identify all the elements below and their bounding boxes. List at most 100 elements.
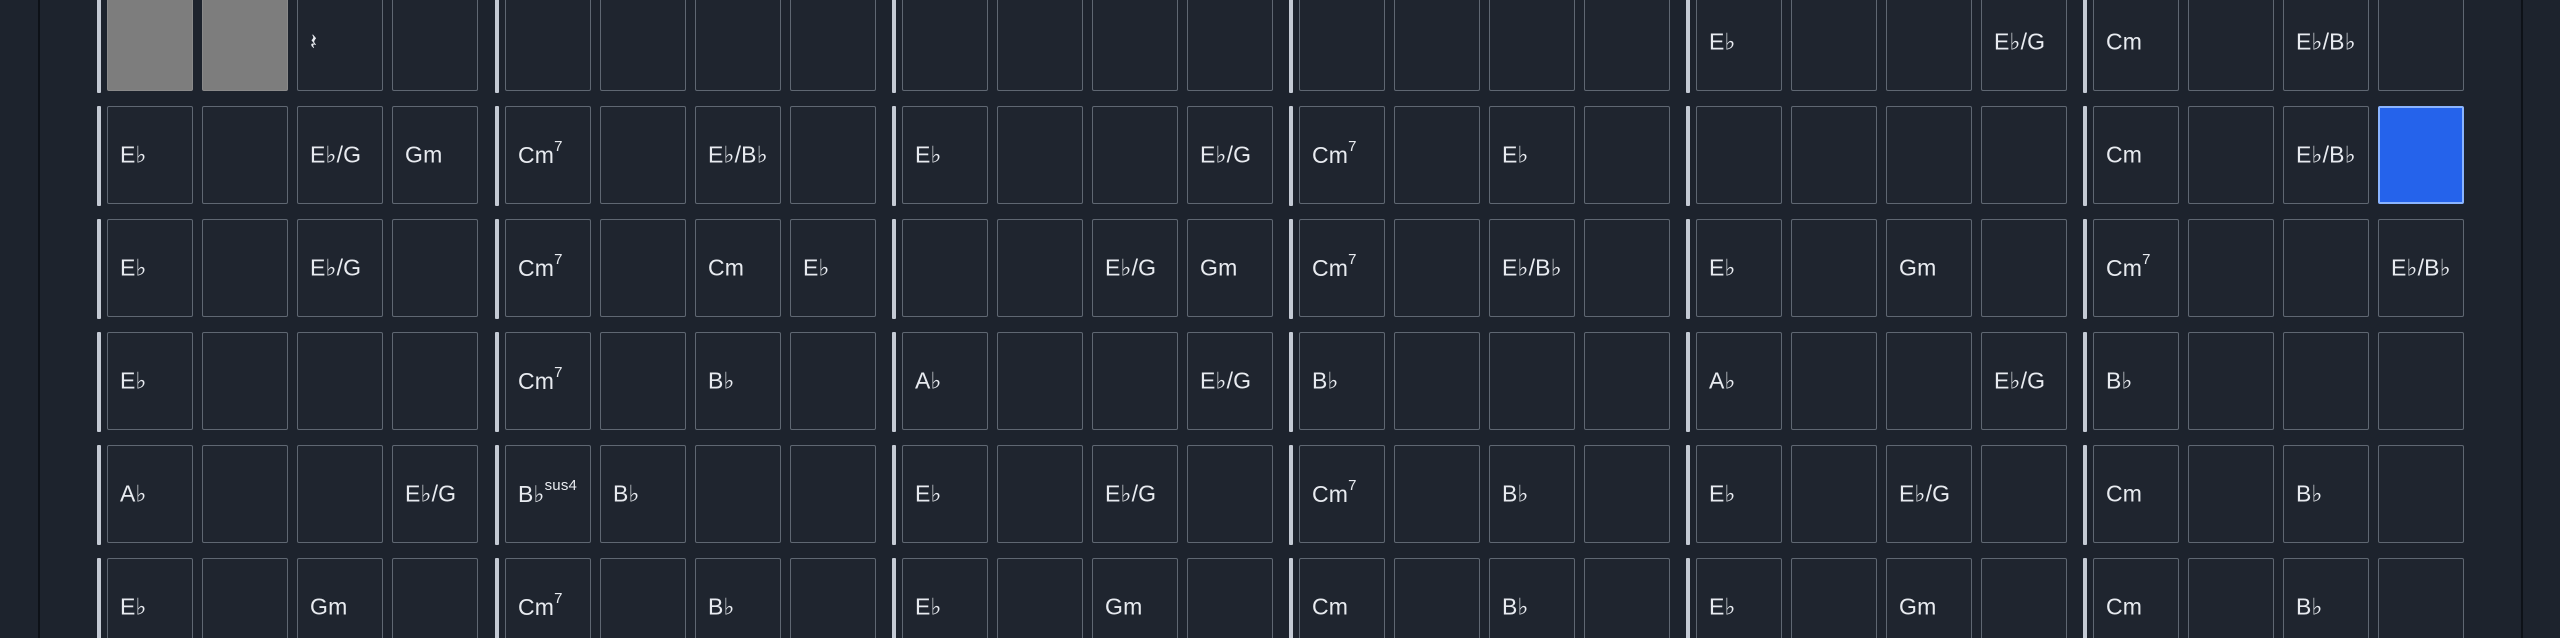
chord-cell[interactable]: Cm7 — [1299, 445, 1385, 543]
chord-cell[interactable] — [1981, 445, 2067, 543]
chord-cell[interactable] — [1584, 0, 1670, 91]
chord-cell[interactable] — [695, 0, 781, 91]
chord-cell[interactable]: E♭/G — [1092, 219, 1178, 317]
chord-cell[interactable] — [297, 332, 383, 430]
chord-cell[interactable]: Gm — [1886, 219, 1972, 317]
chord-cell[interactable]: Cm7 — [2093, 219, 2179, 317]
chord-cell[interactable]: Gm — [297, 558, 383, 638]
chord-cell[interactable]: B♭ — [600, 445, 686, 543]
chord-cell[interactable] — [600, 558, 686, 638]
chord-cell[interactable] — [1394, 332, 1480, 430]
chord-cell[interactable] — [1187, 0, 1273, 91]
chord-cell[interactable] — [202, 106, 288, 204]
chord-cell[interactable]: Cm7 — [1299, 106, 1385, 204]
chord-cell[interactable]: Cm — [1299, 558, 1385, 638]
chord-cell[interactable] — [2188, 0, 2274, 91]
chord-cell[interactable]: E♭/G — [1886, 445, 1972, 543]
chord-cell[interactable]: E♭ — [790, 219, 876, 317]
chord-cell[interactable] — [1489, 0, 1575, 91]
chord-cell[interactable]: E♭ — [107, 558, 193, 638]
chord-cell[interactable]: E♭/G — [1092, 445, 1178, 543]
chord-cell[interactable] — [1092, 0, 1178, 91]
chord-cell[interactable]: E♭ — [107, 106, 193, 204]
chord-cell[interactable]: B♭sus4 — [505, 445, 591, 543]
chord-cell[interactable] — [1791, 219, 1877, 317]
chord-cell[interactable]: Cm7 — [505, 332, 591, 430]
chord-cell[interactable]: E♭/G — [1187, 332, 1273, 430]
chord-cell[interactable] — [1092, 106, 1178, 204]
chord-cell[interactable] — [1394, 558, 1480, 638]
chord-cell[interactable]: E♭ — [902, 106, 988, 204]
chord-cell[interactable]: E♭/B♭ — [1489, 219, 1575, 317]
chord-cell[interactable]: B♭ — [1299, 332, 1385, 430]
chord-cell[interactable]: E♭/G — [1981, 0, 2067, 91]
chord-cell[interactable]: E♭ — [1696, 445, 1782, 543]
chord-cell[interactable]: Cm — [2093, 445, 2179, 543]
chord-cell[interactable]: Cm — [2093, 558, 2179, 638]
chord-cell[interactable] — [202, 558, 288, 638]
chord-cell[interactable] — [1886, 106, 1972, 204]
chord-cell[interactable] — [202, 445, 288, 543]
chord-cell[interactable] — [392, 558, 478, 638]
chord-cell[interactable]: Gm — [1187, 219, 1273, 317]
chord-cell[interactable] — [600, 219, 686, 317]
chord-cell-selected[interactable] — [2378, 106, 2464, 204]
chord-cell[interactable]: A♭ — [902, 332, 988, 430]
chord-cell[interactable] — [1584, 445, 1670, 543]
chord-cell[interactable]: B♭ — [695, 332, 781, 430]
chord-cell[interactable] — [1187, 445, 1273, 543]
chord-cell[interactable] — [1394, 0, 1480, 91]
chord-cell[interactable] — [1791, 0, 1877, 91]
chord-cell[interactable]: A♭ — [107, 445, 193, 543]
chord-cell[interactable]: Cm — [2093, 106, 2179, 204]
chord-cell[interactable]: Gm — [392, 106, 478, 204]
chord-cell[interactable] — [2188, 558, 2274, 638]
chord-cell[interactable] — [1584, 219, 1670, 317]
chord-cell[interactable] — [2188, 445, 2274, 543]
chord-cell[interactable] — [1489, 332, 1575, 430]
chord-cell[interactable] — [2283, 219, 2369, 317]
chord-cell[interactable]: 𝄽 — [297, 0, 383, 91]
chord-cell[interactable] — [997, 332, 1083, 430]
chord-cell[interactable]: E♭ — [107, 332, 193, 430]
chord-cell[interactable]: E♭/B♭ — [2283, 106, 2369, 204]
chord-cell[interactable]: E♭/B♭ — [695, 106, 781, 204]
chord-cell[interactable] — [2188, 219, 2274, 317]
chord-cell[interactable] — [1584, 558, 1670, 638]
chord-cell[interactable]: Gm — [1886, 558, 1972, 638]
chord-cell[interactable] — [997, 445, 1083, 543]
chord-cell[interactable] — [1791, 445, 1877, 543]
chord-cell[interactable]: E♭ — [902, 558, 988, 638]
chord-cell[interactable]: B♭ — [1489, 445, 1575, 543]
chord-cell[interactable] — [790, 106, 876, 204]
chord-cell[interactable] — [1394, 106, 1480, 204]
chord-cell[interactable]: Cm — [2093, 0, 2179, 91]
chord-cell[interactable] — [1791, 332, 1877, 430]
chord-cell[interactable] — [1187, 558, 1273, 638]
chord-cell[interactable]: E♭/G — [392, 445, 478, 543]
chord-cell[interactable]: B♭ — [2283, 558, 2369, 638]
chord-cell[interactable] — [1394, 445, 1480, 543]
chord-cell[interactable] — [1394, 219, 1480, 317]
chord-cell[interactable]: E♭ — [107, 219, 193, 317]
chord-cell[interactable] — [2283, 332, 2369, 430]
chord-cell[interactable] — [1886, 332, 1972, 430]
chord-cell[interactable] — [2378, 445, 2464, 543]
chord-cell[interactable] — [1981, 558, 2067, 638]
chord-cell[interactable] — [202, 0, 288, 91]
chord-cell[interactable]: Cm7 — [1299, 219, 1385, 317]
chord-cell[interactable]: E♭/G — [1981, 332, 2067, 430]
chord-cell[interactable] — [2378, 0, 2464, 91]
chord-cell[interactable]: E♭ — [1696, 558, 1782, 638]
chord-cell[interactable] — [392, 219, 478, 317]
chord-cell[interactable] — [790, 332, 876, 430]
chord-cell[interactable] — [790, 0, 876, 91]
chord-cell[interactable] — [997, 558, 1083, 638]
chord-cell[interactable]: E♭ — [1696, 219, 1782, 317]
chord-cell[interactable] — [600, 332, 686, 430]
chord-cell[interactable]: E♭/G — [1187, 106, 1273, 204]
chord-cell[interactable] — [790, 558, 876, 638]
chord-cell[interactable] — [1886, 0, 1972, 91]
chord-cell[interactable]: B♭ — [2093, 332, 2179, 430]
chord-cell[interactable] — [1092, 332, 1178, 430]
